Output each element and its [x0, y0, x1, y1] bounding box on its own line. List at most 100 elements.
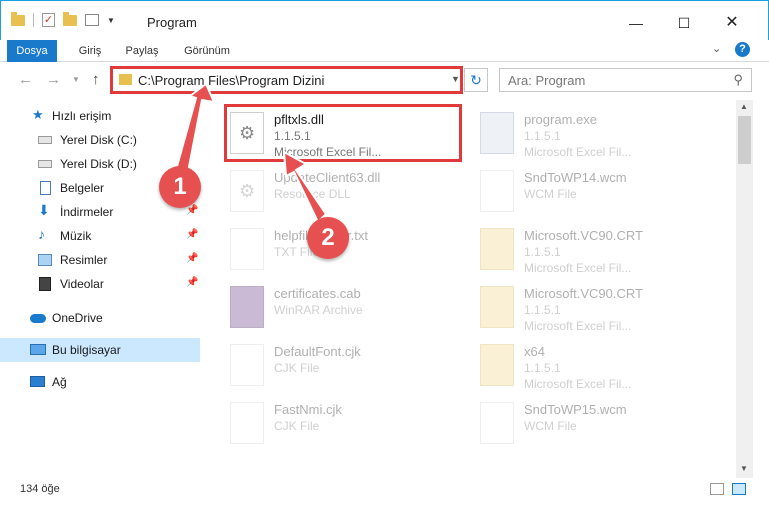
annotation-badge-2: 2: [307, 217, 349, 259]
back-arrow-icon[interactable]: ←: [18, 71, 33, 88]
file-item[interactable]: program.exe 1.1.5.1 Microsoft Excel Fil.…: [476, 106, 716, 162]
file-item[interactable]: Microsoft.VC90.CRT 1.1.5.1 Microsoft Exc…: [476, 222, 716, 278]
file-version: 1.1.5.1: [524, 361, 561, 375]
file-item[interactable]: FastNmi.cjk CJK File: [226, 396, 466, 452]
tiles-view-icon[interactable]: [732, 483, 746, 495]
maximize-button[interactable]: ☐: [661, 9, 707, 37]
network-icon: [30, 376, 45, 387]
file-icon: [480, 170, 514, 212]
sidebar-item-network[interactable]: Ağ: [0, 370, 200, 394]
search-icon[interactable]: ⚲: [733, 72, 743, 88]
file-item[interactable]: Microsoft.VC90.CRT 1.1.5.1 Microsoft Exc…: [476, 280, 716, 336]
status-bar: 134 öğe: [0, 478, 769, 500]
up-arrow-icon[interactable]: ↑: [92, 71, 100, 88]
minimize-button[interactable]: —: [613, 9, 659, 37]
exe-file-icon: [480, 112, 514, 154]
file-type: WCM File: [524, 187, 577, 201]
chevron-down-icon[interactable]: ▼: [451, 74, 460, 84]
navigation-pane: ★ Hızlı erişim Yerel Disk (C:) Yerel Dis…: [0, 100, 200, 478]
tab-share[interactable]: Paylaş: [122, 40, 162, 62]
scroll-down-icon[interactable]: ▼: [740, 464, 748, 473]
sidebar-item-videos[interactable]: Videolar 📌: [0, 272, 200, 296]
file-name: UpdateClient63.dll: [274, 170, 381, 185]
search-input[interactable]: Ara: Program ⚲: [499, 68, 752, 92]
sidebar-item-quick-access[interactable]: ★ Hızlı erişim: [0, 104, 200, 128]
star-icon: ★: [32, 107, 44, 122]
sidebar-item-label: Resimler: [60, 253, 108, 267]
file-item[interactable]: SndToWP15.wcm WCM File: [476, 396, 716, 452]
videos-icon: [39, 277, 51, 291]
file-name: Microsoft.VC90.CRT: [524, 228, 643, 243]
file-type: CJK File: [274, 361, 320, 375]
sidebar-item-pictures[interactable]: Resimler 📌: [0, 248, 200, 272]
close-button[interactable]: ✕: [709, 9, 755, 37]
sidebar-item-music[interactable]: ♪ Müzik 📌: [0, 224, 200, 248]
forward-arrow-icon[interactable]: →: [46, 71, 61, 88]
tab-file[interactable]: Dosya: [7, 40, 57, 62]
drive-icon: [38, 136, 52, 144]
archive-icon: [230, 286, 264, 328]
documents-icon: [40, 181, 51, 195]
help-button[interactable]: ?: [735, 42, 750, 57]
file-type: WCM File: [524, 419, 577, 433]
refresh-button[interactable]: ↻: [464, 68, 488, 92]
sidebar-item-label: Yerel Disk (D:): [60, 157, 137, 171]
details-view-icon[interactable]: [710, 483, 724, 495]
file-item[interactable]: DefaultFont.cjk CJK File: [226, 338, 466, 394]
computer-icon: [30, 344, 46, 355]
highlight-box: [224, 104, 462, 162]
download-icon: ⬇: [38, 202, 50, 218]
sidebar-item-label: Hızlı erişim: [52, 109, 112, 123]
file-description: Microsoft Excel Fil...: [524, 319, 632, 333]
file-description: Microsoft Excel Fil...: [524, 261, 632, 275]
folder-icon: [480, 228, 514, 270]
file-type: CJK File: [274, 419, 320, 433]
recent-locations-icon[interactable]: ▼: [72, 75, 80, 84]
scroll-up-icon[interactable]: ▲: [740, 102, 748, 111]
sidebar-item-label: İndirmeler: [60, 205, 114, 219]
file-name: DefaultFont.cjk: [274, 344, 361, 359]
address-bar[interactable]: C:\Program Files\Program Dizini ▼: [110, 66, 463, 94]
file-item[interactable]: SndToWP14.wcm WCM File: [476, 164, 716, 220]
folder-icon: [480, 286, 514, 328]
file-name: Microsoft.VC90.CRT: [524, 286, 643, 301]
customize-icon[interactable]: [85, 14, 99, 26]
sidebar-item-onedrive[interactable]: OneDrive: [0, 306, 200, 330]
cloud-icon: [30, 314, 46, 323]
scroll-thumb[interactable]: [738, 116, 751, 164]
pin-icon[interactable]: 📌: [186, 205, 198, 216]
navigation-bar: ← → ▼ ↑ C:\Program Files\Program Dizini …: [0, 62, 769, 98]
dll-file-icon: [230, 170, 264, 212]
pin-icon[interactable]: 📌: [186, 229, 198, 240]
address-path[interactable]: C:\Program Files\Program Dizini: [138, 73, 324, 88]
file-item[interactable]: x64 1.1.5.1 Microsoft Excel Fil...: [476, 338, 716, 394]
folder-icon[interactable]: [11, 11, 25, 26]
pin-icon[interactable]: 📌: [186, 253, 198, 264]
item-count: 134 öğe: [20, 483, 60, 495]
sidebar-item-local-disk-c[interactable]: Yerel Disk (C:): [0, 128, 200, 152]
drive-icon: [38, 160, 52, 168]
file-version: 1.1.5.1: [524, 129, 561, 143]
sidebar-item-label: Müzik: [60, 229, 92, 243]
vertical-scrollbar[interactable]: ▲ ▼: [736, 100, 753, 478]
file-item[interactable]: UpdateClient63.dll Resource DLL: [226, 164, 466, 220]
file-icon: [480, 402, 514, 444]
annotation-badge-1: 1: [159, 166, 201, 208]
tab-home[interactable]: Giriş: [72, 40, 108, 62]
expand-ribbon-icon[interactable]: ⌄: [712, 42, 721, 55]
properties-check-icon[interactable]: ✓: [42, 13, 55, 27]
sidebar-item-this-pc[interactable]: Bu bilgisayar: [0, 338, 200, 362]
file-type: WinRAR Archive: [274, 303, 363, 317]
chevron-down-icon[interactable]: ▼: [107, 16, 115, 25]
ribbon-tabs: Dosya Giriş Paylaş Görünüm ⌄ ?: [0, 40, 769, 62]
sidebar-item-label: OneDrive: [52, 311, 103, 325]
file-description: Microsoft Excel Fil...: [524, 377, 632, 391]
tab-view[interactable]: Görünüm: [182, 40, 232, 62]
new-folder-icon[interactable]: [63, 11, 77, 26]
file-name: SndToWP14.wcm: [524, 170, 627, 185]
pin-icon[interactable]: 📌: [186, 277, 198, 288]
folder-icon: [119, 74, 132, 85]
sidebar-item-label: Bu bilgisayar: [52, 343, 121, 357]
sidebar-item-label: Belgeler: [60, 181, 105, 195]
file-item[interactable]: certificates.cab WinRAR Archive: [226, 280, 466, 336]
